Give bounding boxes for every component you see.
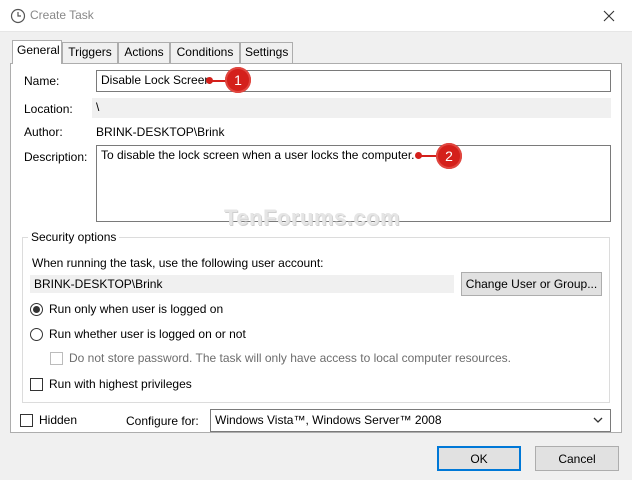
- cancel-button[interactable]: Cancel: [535, 446, 619, 471]
- run-whether-logged-on-label: Run whether user is logged on or not: [49, 327, 246, 341]
- watermark: TenForums.com: [224, 205, 401, 230]
- close-icon: [603, 10, 615, 22]
- tab-triggers[interactable]: Triggers: [62, 42, 118, 63]
- author-value: BRINK-DESKTOP\Brink: [96, 125, 225, 139]
- callout-2-line: [419, 155, 437, 157]
- hidden-label: Hidden: [39, 413, 78, 427]
- tab-conditions[interactable]: Conditions: [170, 42, 240, 63]
- callout-1: 1: [225, 67, 251, 93]
- close-button[interactable]: [586, 0, 632, 32]
- tab-settings[interactable]: Settings: [240, 42, 293, 63]
- configure-for-dropdown[interactable]: Windows Vista™, Windows Server™ 2008: [210, 409, 611, 432]
- security-options-title: Security options: [28, 230, 120, 244]
- tab-general[interactable]: General: [12, 40, 62, 64]
- chevron-down-icon: [593, 417, 603, 423]
- author-label: Author:: [24, 125, 63, 139]
- run-only-logged-on-label: Run only when user is logged on: [49, 302, 224, 316]
- title-bar: [0, 0, 632, 32]
- user-account-value: BRINK-DESKTOP\Brink: [30, 275, 454, 293]
- change-user-or-group-button[interactable]: Change User or Group...: [461, 272, 602, 296]
- configure-for-label: Configure for:: [126, 414, 199, 428]
- task-scheduler-icon: [10, 8, 26, 24]
- ok-button[interactable]: OK: [437, 446, 521, 471]
- callout-2: 2: [436, 143, 462, 169]
- account-prompt: When running the task, use the following…: [32, 256, 324, 270]
- location-value: \: [92, 98, 611, 118]
- name-field[interactable]: Disable Lock Screen: [96, 70, 611, 92]
- description-label: Description:: [24, 150, 88, 164]
- tab-actions[interactable]: Actions: [118, 42, 170, 63]
- location-label: Location:: [24, 102, 73, 116]
- run-whether-logged-on-radio[interactable]: [30, 328, 43, 341]
- callout-1-line: [210, 80, 226, 82]
- name-label: Name:: [24, 74, 60, 88]
- run-highest-privileges-label: Run with highest privileges: [49, 377, 192, 391]
- do-not-store-password-checkbox[interactable]: [50, 352, 63, 365]
- run-only-logged-on-radio[interactable]: [30, 303, 43, 316]
- hidden-checkbox[interactable]: [20, 414, 33, 427]
- run-highest-privileges-checkbox[interactable]: [30, 378, 43, 391]
- do-not-store-password-label: Do not store password. The task will onl…: [69, 351, 511, 365]
- window-title: Create Task: [30, 8, 94, 22]
